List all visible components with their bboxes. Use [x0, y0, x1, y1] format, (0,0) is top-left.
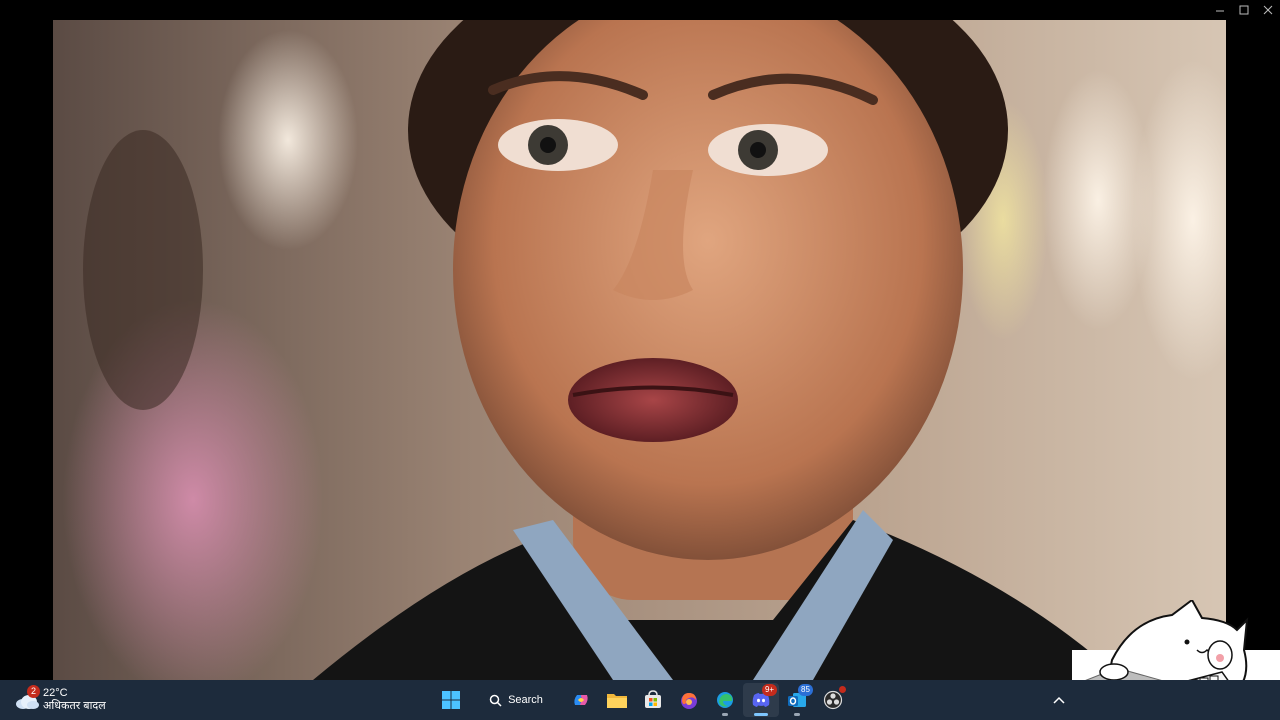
window-controls — [1208, 0, 1280, 20]
edge-icon — [717, 692, 733, 708]
folder-icon — [607, 694, 627, 708]
discord-notification-badge: 9+ — [762, 684, 777, 696]
start-button[interactable] — [433, 683, 469, 717]
close-icon — [1263, 5, 1273, 15]
weather-temperature: 22°C — [43, 687, 68, 699]
close-button[interactable] — [1256, 0, 1280, 20]
windows-icon — [442, 691, 460, 709]
obs-icon — [823, 690, 843, 710]
weather-widget[interactable]: 2 22°C अधिकतर बादल — [14, 685, 106, 715]
minimize-icon — [1216, 10, 1224, 12]
firefox-icon — [681, 693, 697, 709]
maximize-icon — [1239, 5, 1249, 15]
taskbar-app-firefox[interactable] — [671, 683, 707, 717]
taskbar-app-discord[interactable]: 9+ — [743, 683, 779, 717]
store-icon — [645, 690, 661, 708]
taskbar-app-obs[interactable] — [815, 683, 851, 717]
running-indicator — [794, 713, 800, 716]
search-button[interactable]: Search — [471, 683, 561, 717]
video-still-image — [53, 20, 1226, 680]
running-indicator — [722, 713, 728, 716]
active-indicator — [754, 713, 768, 716]
maximize-button[interactable] — [1232, 0, 1256, 20]
chevron-up-icon — [1053, 696, 1065, 704]
outlook-notification-badge: 85 — [798, 684, 813, 696]
taskbar: 2 22°C अधिकतर बादल Search 9+ 85 — [0, 680, 1280, 720]
taskbar-app-edge[interactable] — [707, 683, 743, 717]
copilot-icon — [574, 695, 588, 705]
show-hidden-icons-button[interactable] — [1050, 690, 1068, 710]
video-player-frame[interactable] — [53, 20, 1226, 680]
cloud-icon: 2 — [14, 685, 40, 713]
weather-badge: 2 — [27, 685, 40, 698]
search-label: Search — [508, 694, 543, 706]
weather-text: 22°C अधिकतर बादल — [43, 687, 106, 713]
minimize-button[interactable] — [1208, 0, 1232, 20]
taskbar-app-file-explorer[interactable] — [599, 683, 635, 717]
taskbar-app-outlook[interactable]: 85 — [779, 683, 815, 717]
taskbar-app-microsoft-store[interactable] — [635, 683, 671, 717]
recording-indicator — [839, 686, 846, 693]
taskbar-app-group: Search 9+ 85 — [433, 683, 851, 717]
taskbar-app-copilot[interactable] — [563, 683, 599, 717]
desktop-screen: 2 22°C अधिकतर बादल Search 9+ 85 — [0, 0, 1280, 720]
search-icon — [489, 694, 502, 707]
weather-condition: अधिकतर बादल — [43, 700, 106, 712]
